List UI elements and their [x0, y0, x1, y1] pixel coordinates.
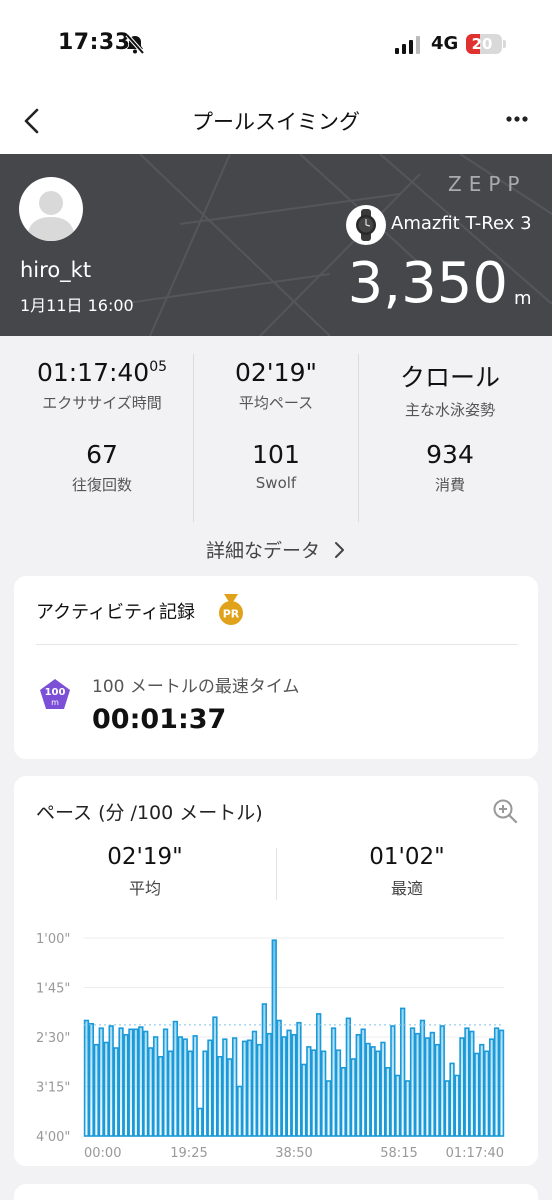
chevron-right-icon: [335, 542, 345, 558]
card-divider: [36, 644, 518, 645]
x-tick-label: 19:25: [170, 1146, 207, 1161]
stat-label: エクササイズ時間: [42, 394, 162, 412]
pace-card: ペース (分 /100 メートル) 02'19" 平均 01'02" 最適 1'…: [14, 776, 538, 1166]
pace-average: 02'19" 平均: [14, 844, 276, 899]
signal-icon: [395, 36, 420, 54]
stat-value: クロール: [399, 363, 500, 392]
pr-medal-icon: PR: [219, 594, 243, 625]
svg-text:m: m: [51, 698, 59, 707]
pace-value: 01'02": [369, 844, 445, 870]
stat-value: 02'19": [235, 358, 317, 387]
distance-value: 3,350: [347, 251, 508, 316]
workout-datetime: 1月11日 16:00: [20, 296, 134, 315]
x-tick-label: 00:00: [84, 1146, 121, 1161]
avatar[interactable]: [19, 177, 83, 241]
pace-value: 02'19": [107, 844, 183, 870]
pace-label: 平均: [128, 879, 161, 898]
stat-swolf: 101 Swolf: [184, 440, 368, 492]
network-label: 4G: [431, 33, 459, 54]
stats-grid: 01:17:4005 エクササイズ時間 02'19" 平均ペース クロール 主な…: [0, 336, 552, 526]
stat-main-stroke: クロール 主な水泳姿勢: [358, 358, 542, 420]
x-tick-label: 38:50: [275, 1146, 312, 1161]
distance-unit: m: [514, 288, 532, 309]
pace-chart[interactable]: 1'00" 1'45" 2'30" 3'15" 4'00" 00:00 19:25 38:50…: [14, 916, 538, 1171]
stat-label: Swolf: [255, 474, 297, 492]
stat-value: 01:17:40: [36, 358, 150, 387]
stat-exercise-time: 01:17:4005 エクササイズ時間: [10, 358, 194, 413]
status-bar: 17:33 4G 20: [0, 0, 552, 90]
record-value: 00:01:37: [92, 704, 227, 735]
x-tick-label: 58:15: [380, 1146, 417, 1161]
pace-label: 最適: [390, 879, 423, 898]
stat-label: 往復回数: [71, 476, 132, 494]
record-title: アクティビティ記録: [36, 602, 195, 623]
y-tick-label: 1'45": [36, 982, 70, 997]
y-tick-label: 4'00": [36, 1130, 70, 1145]
user-silhouette-icon: [27, 191, 75, 241]
username: hiro_kt: [20, 258, 92, 282]
stat-value: 67: [86, 440, 118, 469]
stat-label: 主な水泳姿勢: [404, 401, 495, 419]
brand-logo: ZEPP: [448, 172, 527, 196]
pace-title: ペース (分 /100 メートル): [36, 802, 263, 824]
stat-laps: 67 往復回数: [10, 440, 194, 495]
battery-tip: [503, 40, 506, 48]
detail-data-link[interactable]: 詳細なデータ: [0, 536, 552, 563]
pr-text: PR: [223, 608, 240, 621]
activity-record-card: アクティビティ記録 PR 100 m 100 メートルの最速タイム 00:01:…: [14, 576, 538, 759]
stat-avg-pace: 02'19" 平均ペース: [184, 358, 368, 413]
y-tick-label: 3'15": [36, 1081, 70, 1096]
stat-value: 101: [252, 440, 300, 469]
stat-value: 934: [426, 440, 474, 469]
y-tick-label: 1'00": [36, 932, 70, 947]
svg-text:100: 100: [45, 687, 66, 698]
stat-label: 消費: [434, 476, 465, 494]
next-card: [14, 1184, 538, 1200]
status-time: 17:33: [58, 30, 131, 55]
workout-summary-header: hiro_kt 1月11日 16:00 ZEPP Amazfit T-Rex 3…: [0, 154, 552, 336]
device-name: Amazfit T-Rex 3: [391, 213, 532, 234]
zoom-in-icon[interactable]: [492, 798, 518, 824]
bell-slash-icon: [125, 33, 145, 55]
stat-calories: 934 消費: [358, 440, 542, 495]
stat-label: 平均ペース: [238, 394, 314, 412]
battery-level: 20: [471, 35, 493, 53]
stat-value-fraction: 05: [149, 359, 168, 375]
record-label: 100 メートルの最速タイム: [92, 677, 300, 697]
battery-indicator: 20: [466, 34, 502, 54]
y-tick-label: 2'30": [36, 1031, 70, 1046]
x-tick-label: 01:17:40: [446, 1146, 504, 1161]
detail-data-label: 詳細なデータ: [205, 540, 320, 562]
watch-icon: [346, 205, 386, 245]
page-title: プールスイミング: [192, 110, 360, 134]
nav-bar: プールスイミング: [0, 90, 552, 154]
100m-badge-icon: 100 m: [40, 679, 70, 709]
more-icon[interactable]: [500, 114, 534, 124]
pace-best: 01'02" 最適: [276, 844, 538, 899]
